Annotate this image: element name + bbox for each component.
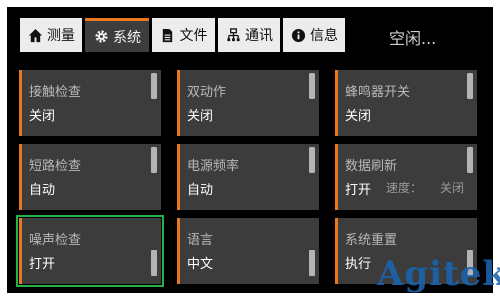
- setting-short-circuit-check[interactable]: 短路检查 自动: [19, 144, 161, 210]
- scroll-indicator: [151, 250, 157, 276]
- setting-value: 执行: [345, 257, 372, 272]
- instrument-screen: 测量 系统 文件 通讯 信息 空闲... 接触检查 关闭 双动作 关闭 蜂鸣器开…: [7, 7, 493, 293]
- scroll-indicator: [309, 73, 315, 99]
- setting-value: 打开: [29, 257, 56, 272]
- setting-language[interactable]: 语言 中文: [177, 218, 319, 284]
- home-icon: [27, 27, 43, 43]
- status-text: 空闲...: [389, 29, 437, 48]
- setting-value: 关闭: [345, 109, 372, 124]
- setting-noise-check[interactable]: 噪声检查 打开: [16, 215, 164, 287]
- setting-title: 语言: [187, 233, 214, 248]
- setting-double-action[interactable]: 双动作 关闭: [177, 70, 319, 136]
- document-icon: [160, 27, 176, 43]
- setting-data-refresh[interactable]: 数据刷新 打开 速度： 关闭: [335, 144, 477, 210]
- setting-title: 短路检查: [29, 159, 82, 174]
- tab-label: 测量: [47, 28, 75, 44]
- tab-info[interactable]: 信息: [283, 18, 345, 52]
- tab-label: 信息: [310, 28, 338, 44]
- scroll-indicator: [309, 250, 315, 276]
- setting-value: 中文: [187, 257, 214, 272]
- gear-icon: [93, 29, 109, 45]
- tab-communication[interactable]: 通讯: [218, 18, 280, 52]
- speed-label: 速度：: [386, 181, 423, 195]
- setting-value: 打开: [345, 183, 372, 198]
- tab-measure[interactable]: 测量: [20, 18, 82, 52]
- scroll-indicator: [467, 147, 473, 173]
- tab-label: 系统: [113, 29, 141, 46]
- off-label: 关闭: [440, 181, 465, 195]
- setting-title: 系统重置: [345, 233, 398, 248]
- tab-label: 通讯: [245, 28, 273, 44]
- setting-title: 双动作: [187, 85, 227, 100]
- info-icon: [290, 27, 306, 43]
- setting-value: 自动: [29, 183, 56, 198]
- setting-value: 关闭: [29, 109, 56, 124]
- setting-buzzer-switch[interactable]: 蜂鸣器开关 关闭: [335, 70, 477, 136]
- setting-title: 蜂鸣器开关: [345, 85, 411, 100]
- tab-files[interactable]: 文件: [152, 18, 215, 52]
- scroll-indicator: [467, 73, 473, 99]
- setting-title: 数据刷新: [345, 159, 398, 174]
- scroll-indicator: [151, 73, 157, 99]
- setting-contact-check[interactable]: 接触检查 关闭: [19, 70, 161, 136]
- scroll-indicator: [309, 147, 315, 173]
- scroll-indicator: [151, 147, 157, 173]
- tab-system[interactable]: 系统: [85, 18, 149, 52]
- setting-title: 噪声检查: [29, 233, 82, 248]
- setting-title: 电源频率: [187, 159, 240, 174]
- setting-value: 自动: [187, 183, 214, 198]
- network-icon: [225, 27, 241, 43]
- setting-value: 关闭: [187, 109, 214, 124]
- setting-power-frequency[interactable]: 电源频率 自动: [177, 144, 319, 210]
- tab-label: 文件: [179, 28, 208, 44]
- watermark-logo: Agitek: [377, 254, 500, 294]
- setting-title: 接触检查: [29, 85, 82, 100]
